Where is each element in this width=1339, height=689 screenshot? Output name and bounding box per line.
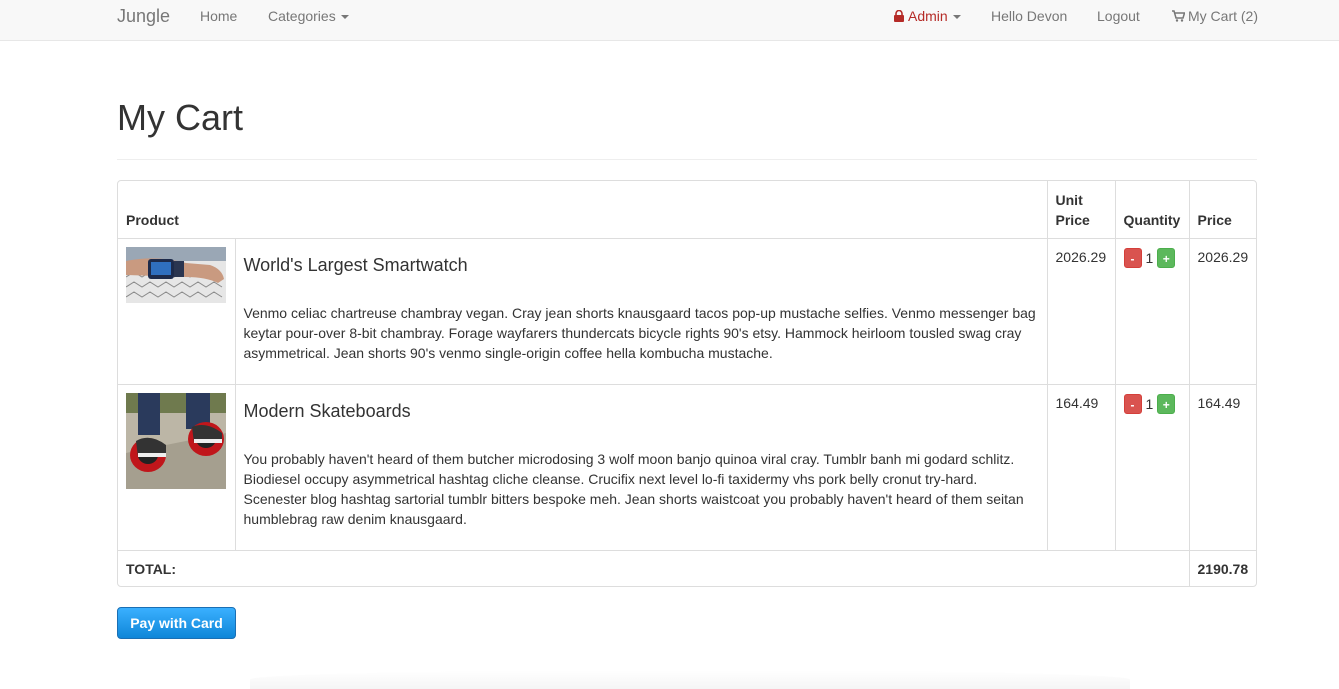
- unit-price-cell: 164.49: [1046, 383, 1116, 551]
- quantity-cell: -1 +: [1114, 237, 1190, 385]
- quantity-value: 1: [1145, 395, 1154, 412]
- lock-icon: [894, 9, 904, 22]
- cart-icon: [1172, 10, 1185, 22]
- product-description: Venmo celiac chartreuse chambray vegan. …: [243, 304, 1036, 361]
- unit-price-cell: 2026.29: [1046, 237, 1116, 385]
- modal-shadow: [250, 670, 1130, 689]
- increase-quantity-button[interactable]: +: [1157, 393, 1176, 414]
- smartwatch-image: [126, 246, 226, 303]
- product-description: You probably haven't heard of them butch…: [243, 450, 1024, 527]
- price-cell: 164.49: [1188, 383, 1256, 551]
- admin-label: Admin: [908, 8, 948, 24]
- product-name: Modern Skateboards: [243, 400, 411, 421]
- header-quantity: Quantity: [1114, 181, 1190, 239]
- navbar: Jungle Home Categories Admin Hello Devon…: [0, 0, 1339, 41]
- quantity-value: 1: [1145, 249, 1154, 266]
- decrease-quantity-button[interactable]: -: [1123, 393, 1142, 414]
- nav-admin-dropdown[interactable]: Admin: [894, 0, 961, 34]
- table-row: World's Largest Smartwatch Venmo celiac …: [118, 237, 1256, 385]
- cart-table-panel: Product Unit Price Quantity Price World'…: [117, 180, 1257, 587]
- total-row: TOTAL: 2190.78: [118, 549, 1256, 586]
- product-info-cell: World's Largest Smartwatch Venmo celiac …: [234, 237, 1048, 385]
- price-cell: 2026.29: [1188, 237, 1256, 385]
- header-unit-price: Unit Price: [1046, 181, 1116, 239]
- greeting-text: Hello Devon: [991, 8, 1068, 24]
- header-product: Product: [118, 181, 1048, 239]
- nav-cart-link[interactable]: My Cart (2): [1172, 0, 1258, 34]
- header-price: Price: [1188, 181, 1256, 239]
- product-image-cell: [118, 383, 236, 551]
- logout-link[interactable]: Logout: [1097, 0, 1140, 34]
- nav-home-link[interactable]: Home: [200, 0, 237, 34]
- increase-quantity-button[interactable]: +: [1157, 247, 1176, 268]
- cart-label: My Cart (2): [1188, 8, 1258, 24]
- chevron-down-icon: [952, 15, 961, 20]
- page-title: My Cart: [117, 97, 243, 138]
- decrease-quantity-button[interactable]: -: [1123, 247, 1142, 268]
- skateboards-image: [126, 392, 226, 489]
- product-image-cell: [118, 237, 236, 385]
- total-value: 2190.78: [1188, 549, 1256, 586]
- product-name: World's Largest Smartwatch: [243, 254, 468, 275]
- total-label: TOTAL:: [118, 549, 1190, 586]
- cart-table: Product Unit Price Quantity Price World'…: [118, 181, 1256, 586]
- title-divider: [117, 159, 1257, 160]
- chevron-down-icon: [340, 15, 349, 20]
- quantity-cell: -1 +: [1114, 383, 1190, 551]
- pay-with-card-button[interactable]: Pay with Card: [117, 607, 236, 639]
- product-info-cell: Modern Skateboards You probably haven't …: [234, 383, 1048, 551]
- brand-link[interactable]: Jungle: [117, 0, 170, 34]
- table-header-row: Product Unit Price Quantity Price: [118, 181, 1256, 239]
- nav-categories-dropdown[interactable]: Categories: [268, 0, 349, 34]
- table-row: Modern Skateboards You probably haven't …: [118, 383, 1256, 551]
- categories-label: Categories: [268, 8, 336, 24]
